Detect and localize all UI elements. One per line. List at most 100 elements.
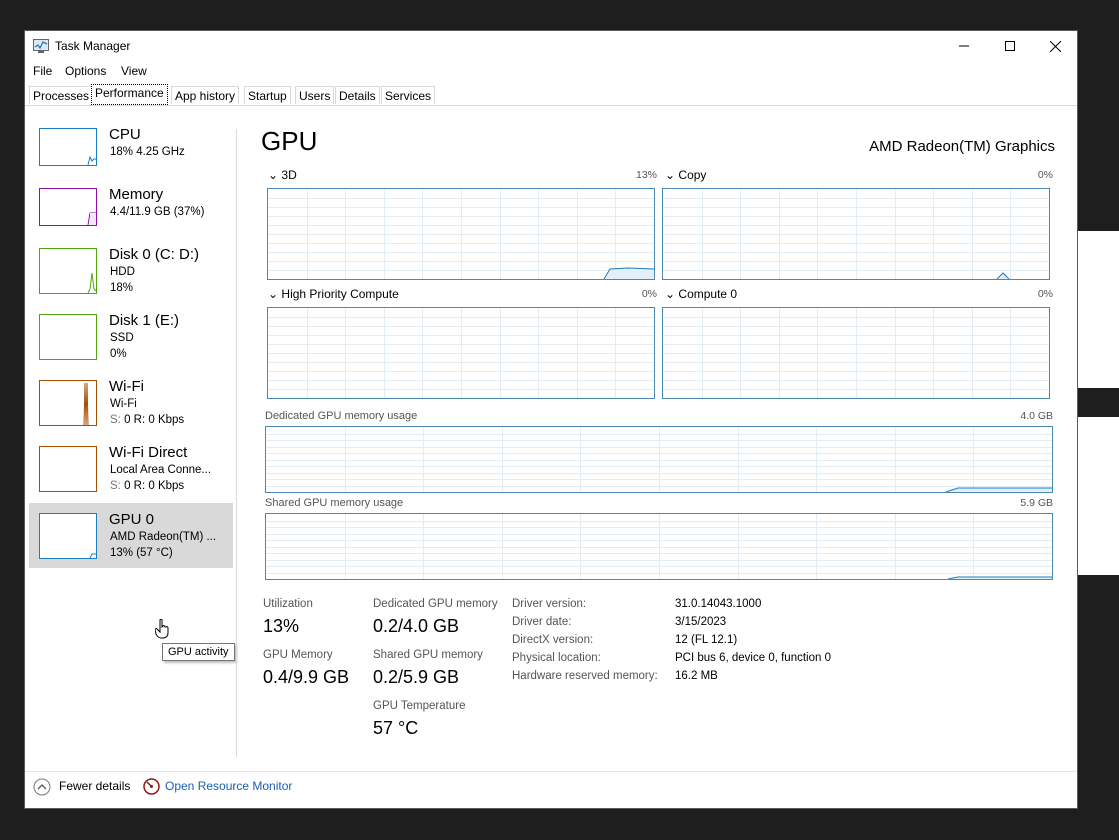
chevron-up-circle-icon[interactable] xyxy=(33,778,51,796)
dedicated-memory-graph xyxy=(265,426,1053,493)
tab-performance[interactable]: Performance xyxy=(91,84,168,105)
engine-hpc-graph xyxy=(267,307,655,399)
tab-details[interactable]: Details xyxy=(335,86,380,104)
gpu-memory-label: GPU Memory xyxy=(263,649,333,661)
background-window-edge xyxy=(1078,417,1119,575)
engine-selector-high-priority-compute[interactable]: ⌄ High Priority Compute xyxy=(268,287,399,301)
sidebar-item-label: Disk 1 (E:) xyxy=(109,312,180,329)
engine-compute0-percent: 0% xyxy=(1037,288,1053,300)
driver-date-label: Driver date: xyxy=(512,616,572,628)
sidebar-item-label: CPU xyxy=(109,126,141,143)
sidebar-item-disk-1[interactable]: Disk 1 (E:) SSD 0% xyxy=(29,310,233,372)
engine-hpc-percent: 0% xyxy=(641,288,657,300)
sidebar-item-detail: Wi-Fi xyxy=(110,398,137,410)
shared-memory-trace xyxy=(947,576,1052,579)
sidebar-item-memory[interactable]: Memory 4.4/11.9 GB (37%) xyxy=(29,184,233,246)
task-manager-window: Task Manager File Options View Processes… xyxy=(24,30,1078,809)
gpu-temperature-value: 57 °C xyxy=(373,718,419,738)
physical-location-label: Physical location: xyxy=(512,652,601,664)
open-resource-monitor-link[interactable]: Open Resource Monitor xyxy=(165,779,292,793)
sidebar-item-wifi[interactable]: Wi-Fi Wi-Fi S: 0 R: 0 Kbps xyxy=(29,376,233,438)
page-title: GPU xyxy=(261,126,318,156)
menu-view[interactable]: View xyxy=(121,64,147,78)
hand-cursor-icon xyxy=(155,619,169,639)
shared-gpu-memory-label: Shared GPU memory xyxy=(373,649,483,661)
dedicated-memory-max: 4.0 GB xyxy=(1020,410,1053,422)
graph-gridlines xyxy=(663,308,1049,398)
engine-selector-3d[interactable]: ⌄ 3D xyxy=(268,168,297,182)
sidebar-item-throughput: S: 0 R: 0 Kbps xyxy=(110,414,185,426)
tab-users[interactable]: Users xyxy=(295,86,335,104)
sidebar-item-gpu-0[interactable]: GPU 0 AMD Radeon(TM) ... 13% (57 °C) xyxy=(29,503,233,568)
gpu-thumbnail-graph xyxy=(39,513,97,559)
gpu-memory-value: 0.4/9.9 GB xyxy=(263,667,350,687)
menu-options[interactable]: Options xyxy=(65,64,106,78)
driver-version-label: Driver version: xyxy=(512,598,587,610)
tab-strip: Processes Performance App history Startu… xyxy=(25,83,1077,106)
chevron-down-icon: ⌄ xyxy=(665,287,676,301)
task-manager-icon xyxy=(33,39,49,53)
sidebar-item-label: Disk 0 (C: D:) xyxy=(109,246,199,263)
sidebar-item-label: Wi-Fi Direct xyxy=(109,444,188,461)
driver-date-value: 3/15/2023 xyxy=(675,616,727,628)
dedicated-memory-trace xyxy=(945,487,1052,492)
shared-gpu-memory-value: 0.2/5.9 GB xyxy=(373,667,460,687)
chevron-down-icon: ⌄ xyxy=(268,287,279,301)
chevron-down-icon: ⌄ xyxy=(268,168,279,182)
tab-processes[interactable]: Processes xyxy=(29,86,94,104)
physical-location-value: PCI bus 6, device 0, function 0 xyxy=(675,652,831,664)
background-window-edge xyxy=(1078,231,1119,388)
sidebar-item-detail: 18% 4.25 GHz xyxy=(110,146,185,158)
disk0-thumbnail-graph xyxy=(39,248,97,294)
dedicated-gpu-memory-value: 0.2/4.0 GB xyxy=(373,616,460,636)
footer-bar: Fewer details Open Resource Monitor xyxy=(25,771,1077,810)
gpu-device-name: AMD Radeon(TM) Graphics xyxy=(869,138,1055,155)
directx-version-value: 12 (FL 12.1) xyxy=(675,634,738,646)
gpu-activity-tooltip: GPU activity xyxy=(162,643,235,661)
engine-selector-copy[interactable]: ⌄ Copy xyxy=(665,168,706,182)
sidebar-item-wifi-direct[interactable]: Wi-Fi Direct Local Area Conne... S: 0 R:… xyxy=(29,442,233,504)
sidebar-item-detail: AMD Radeon(TM) ... xyxy=(110,531,217,543)
wifi-direct-thumbnail-graph xyxy=(39,446,97,492)
hardware-reserved-memory-value: 16.2 MB xyxy=(675,670,718,682)
menu-file[interactable]: File xyxy=(33,64,52,78)
title-bar[interactable]: Task Manager xyxy=(25,31,1077,61)
shared-memory-graph xyxy=(265,513,1053,580)
cpu-thumbnail-graph xyxy=(39,128,97,166)
engine-copy-trace xyxy=(996,272,1010,279)
sidebar-item-cpu[interactable]: CPU 18% 4.25 GHz xyxy=(29,124,233,186)
gpu-detail-pane: GPU AMD Radeon(TM) Graphics ⌄ 3D 13% ⌄ C… xyxy=(237,106,1077,766)
graph-gridlines xyxy=(268,308,654,398)
sidebar-item-disk-0[interactable]: Disk 0 (C: D:) HDD 18% xyxy=(29,244,233,306)
gpu-temperature-label: GPU Temperature xyxy=(373,700,466,712)
sidebar-item-detail: SSD xyxy=(110,332,134,344)
sidebar-item-detail: HDD xyxy=(110,266,135,278)
sidebar-item-usage: 13% (57 °C) xyxy=(110,547,173,559)
sidebar-item-label: Memory xyxy=(109,186,164,203)
engine-copy-percent: 0% xyxy=(1037,169,1053,181)
sidebar-item-label: GPU 0 xyxy=(109,511,155,528)
engine-3d-graph xyxy=(267,188,655,280)
engine-3d-trace xyxy=(603,267,654,279)
minimize-icon xyxy=(959,45,969,47)
disk1-thumbnail-graph xyxy=(39,314,97,360)
fewer-details-button[interactable]: Fewer details xyxy=(59,779,130,793)
sidebar-item-detail: Local Area Conne... xyxy=(110,464,212,476)
window-title: Task Manager xyxy=(55,39,131,53)
driver-version-value: 31.0.14043.1000 xyxy=(675,598,762,610)
directx-version-label: DirectX version: xyxy=(512,634,594,646)
sidebar-item-throughput: S: 0 R: 0 Kbps xyxy=(110,480,185,492)
maximize-button[interactable] xyxy=(987,31,1033,61)
tab-services[interactable]: Services xyxy=(381,86,436,104)
close-button[interactable] xyxy=(1032,31,1078,61)
minimize-button[interactable] xyxy=(941,31,987,61)
utilization-label: Utilization xyxy=(263,598,313,610)
tab-app-history[interactable]: App history xyxy=(171,86,240,104)
sidebar-item-usage: 0% xyxy=(110,348,127,360)
memory-thumbnail-graph xyxy=(39,188,97,226)
engine-selector-compute-0[interactable]: ⌄ Compute 0 xyxy=(665,287,737,301)
engine-compute0-graph xyxy=(662,307,1050,399)
hardware-reserved-memory-label: Hardware reserved memory: xyxy=(512,670,658,682)
tab-startup[interactable]: Startup xyxy=(244,86,291,104)
dedicated-memory-label: Dedicated GPU memory usage xyxy=(265,410,418,422)
